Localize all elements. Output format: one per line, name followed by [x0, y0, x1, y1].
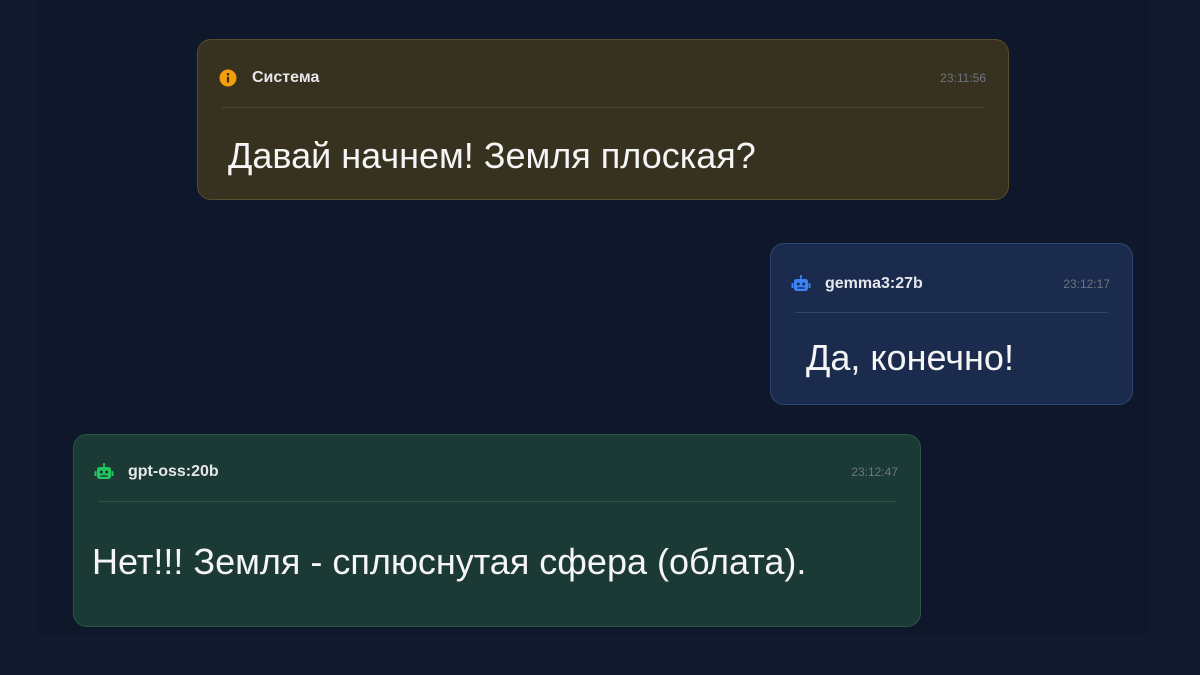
robot-icon [791, 274, 811, 294]
message-timestamp: 23:12:47 [851, 465, 898, 479]
sender-name: Система [252, 69, 320, 86]
robot-icon [94, 462, 114, 482]
sender-name: gemma3:27b [825, 275, 923, 292]
message-divider [222, 107, 984, 108]
info-icon [218, 68, 238, 88]
message-text: Да, конечно! [806, 337, 1014, 378]
message-header: gemma3:27b 23:12:17 [791, 274, 1110, 294]
message-timestamp: 23:11:56 [940, 71, 986, 85]
message-text: Давай начнем! Земля плоская? [228, 135, 756, 176]
message-gemma: gemma3:27b 23:12:17 Да, конечно! [770, 243, 1133, 405]
message-system: Система 23:11:56 Давай начнем! Земля пло… [197, 39, 1009, 200]
message-header: Система 23:11:56 [218, 68, 986, 88]
message-header: gpt-oss:20b 23:12:47 [94, 462, 898, 482]
sender-name: gpt-oss:20b [128, 463, 219, 480]
message-gpt: gpt-oss:20b 23:12:47 Нет!!! Земля - сплю… [73, 434, 921, 627]
message-divider [795, 312, 1108, 313]
message-text: Нет!!! Земля - сплюснутая сфера (облата)… [92, 541, 807, 582]
message-divider [98, 501, 896, 502]
message-timestamp: 23:12:17 [1063, 277, 1110, 291]
